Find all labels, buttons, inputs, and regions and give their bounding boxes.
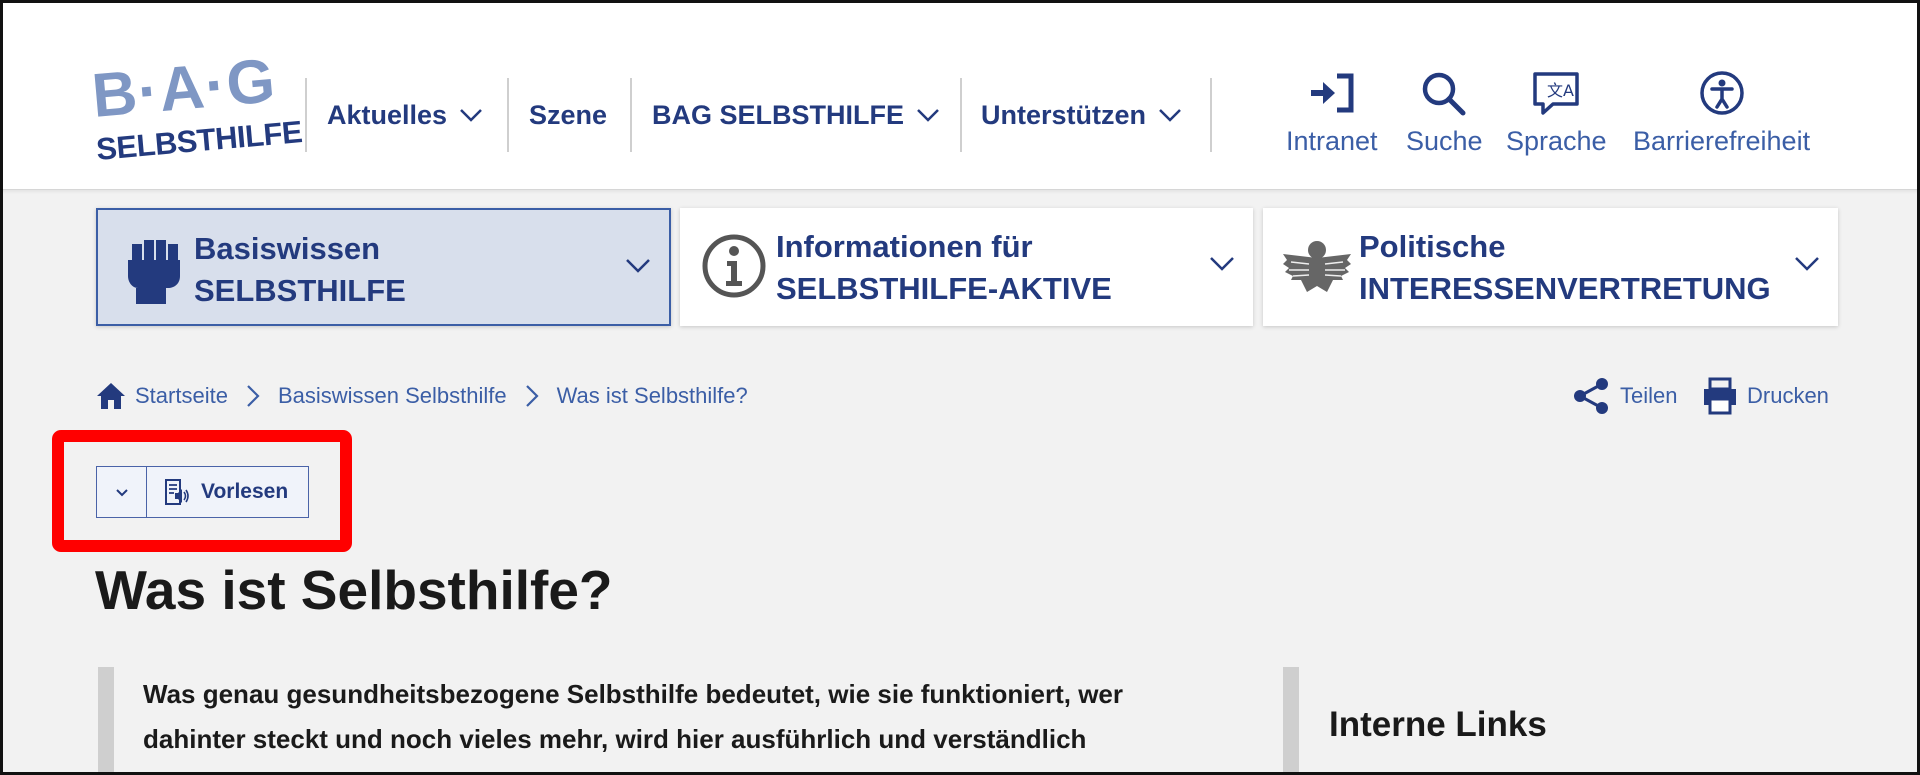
- print-label: Drucken: [1747, 383, 1829, 408]
- readaloud-button[interactable]: Vorlesen: [147, 467, 308, 517]
- chevron-down-icon: [1159, 109, 1181, 122]
- category-politische[interactable]: Politische INTERESSENVERTRETUNG: [1263, 208, 1838, 326]
- category-line1: Informationen für: [776, 229, 1033, 264]
- svg-text:文A: 文A: [1547, 81, 1574, 100]
- print-button[interactable]: Drucken: [1701, 376, 1829, 416]
- category-line2: INTERESSENVERTRETUNG: [1359, 271, 1771, 306]
- language-label: Sprache: [1506, 126, 1607, 156]
- accessibility-label: Barrierefreiheit: [1633, 126, 1811, 156]
- accessibility-icon: [1699, 71, 1744, 115]
- breadcrumb-home[interactable]: Startseite: [135, 383, 228, 409]
- translate-icon: 文A: [1533, 72, 1580, 115]
- intro-line: beschrieben. Die folgenden Links und Tex…: [143, 762, 1223, 775]
- speaker-document-icon: [165, 479, 189, 505]
- search-icon: [1423, 72, 1466, 116]
- category-label: Politische INTERESSENVERTRETUNG: [1359, 226, 1771, 310]
- bag-selbsthilfe-logo[interactable]: B·A·G SELBSTHILFE: [89, 46, 303, 173]
- fist-icon: [128, 240, 180, 304]
- sidebar-title: Interne Links: [1329, 705, 1547, 744]
- chevron-down-icon: [1210, 257, 1234, 271]
- chevron-right-icon: [246, 384, 260, 408]
- breadcrumb: Startseite Basiswissen Selbsthilfe Was i…: [95, 378, 748, 414]
- breadcrumb-basiswissen[interactable]: Basiswissen Selbsthilfe: [278, 383, 507, 409]
- intro-line: Was genau gesundheitsbezogene Selbsthilf…: [143, 679, 1123, 709]
- nav-item-label: BAG SELBSTHILFE: [652, 99, 905, 130]
- readaloud-menu-toggle[interactable]: [97, 467, 147, 517]
- category-label: Basiswissen SELBSTHILFE: [194, 228, 406, 312]
- nav-item-szene[interactable]: Szene: [529, 95, 607, 135]
- chevron-down-icon: [1795, 257, 1819, 271]
- sidebar-accent-bar: [1283, 667, 1299, 775]
- category-line2: SELBSTHILFE: [194, 273, 406, 308]
- info-icon: [702, 234, 766, 298]
- search-label: Suche: [1406, 126, 1483, 156]
- share-label: Teilen: [1620, 383, 1678, 408]
- intro-line: dahinter steckt und noch vieles mehr, wi…: [143, 724, 1087, 754]
- category-line2: SELBSTHILFE-AKTIVE: [776, 271, 1112, 306]
- category-label: Informationen für SELBSTHILFE-AKTIVE: [776, 226, 1112, 310]
- eagle-icon: [1283, 241, 1351, 292]
- readaloud-widget: Vorlesen: [96, 466, 309, 518]
- login-icon: [1310, 73, 1354, 113]
- nav-item-bag-selbsthilfe[interactable]: BAG SELBSTHILFE: [652, 95, 940, 135]
- readaloud-label: Vorlesen: [201, 480, 289, 503]
- printer-icon: [1704, 377, 1736, 415]
- intro-text: Was genau gesundheitsbezogene Selbsthilf…: [143, 672, 1223, 775]
- category-line1: Politische: [1359, 229, 1506, 264]
- chevron-right-icon: [525, 384, 539, 408]
- nav-divider: [960, 78, 962, 152]
- nav-divider: [630, 78, 632, 152]
- chevron-down-icon: [115, 488, 128, 496]
- intranet-link[interactable]: Intranet: [1286, 70, 1378, 157]
- home-icon[interactable]: [95, 381, 127, 411]
- chevron-down-icon: [917, 109, 939, 122]
- category-basiswissen[interactable]: Basiswissen SELBSTHILFE: [96, 208, 671, 326]
- share-icon: [1574, 378, 1608, 414]
- logo-text-bag: B·A·G: [89, 46, 279, 131]
- chevron-down-icon: [626, 259, 650, 273]
- nav-item-label: Szene: [529, 99, 608, 130]
- site-header: B·A·G SELBSTHILFE Aktuelles Szene BAG SE…: [0, 0, 1920, 190]
- page-title: Was ist Selbsthilfe?: [95, 559, 613, 621]
- nav-item-label: Aktuelles: [327, 99, 448, 130]
- accessibility-link[interactable]: Barrierefreiheit: [1633, 70, 1810, 157]
- language-link[interactable]: 文A Sprache: [1506, 70, 1607, 157]
- breadcrumb-current[interactable]: Was ist Selbsthilfe?: [557, 383, 748, 409]
- nav-item-aktuelles[interactable]: Aktuelles: [327, 95, 483, 135]
- intranet-label: Intranet: [1286, 126, 1378, 156]
- nav-divider: [1210, 78, 1212, 152]
- nav-divider: [507, 78, 509, 152]
- nav-item-unterstuetzen[interactable]: Unterstützen: [981, 95, 1182, 135]
- intro-accent-bar: [98, 667, 114, 775]
- nav-item-label: Unterstützen: [981, 99, 1147, 130]
- nav-divider: [305, 78, 307, 152]
- category-informationen[interactable]: Informationen für SELBSTHILFE-AKTIVE: [680, 208, 1253, 326]
- category-line1: Basiswissen: [194, 231, 381, 266]
- share-button[interactable]: Teilen: [1572, 376, 1677, 416]
- search-link[interactable]: Suche: [1406, 70, 1483, 157]
- chevron-down-icon: [460, 109, 482, 122]
